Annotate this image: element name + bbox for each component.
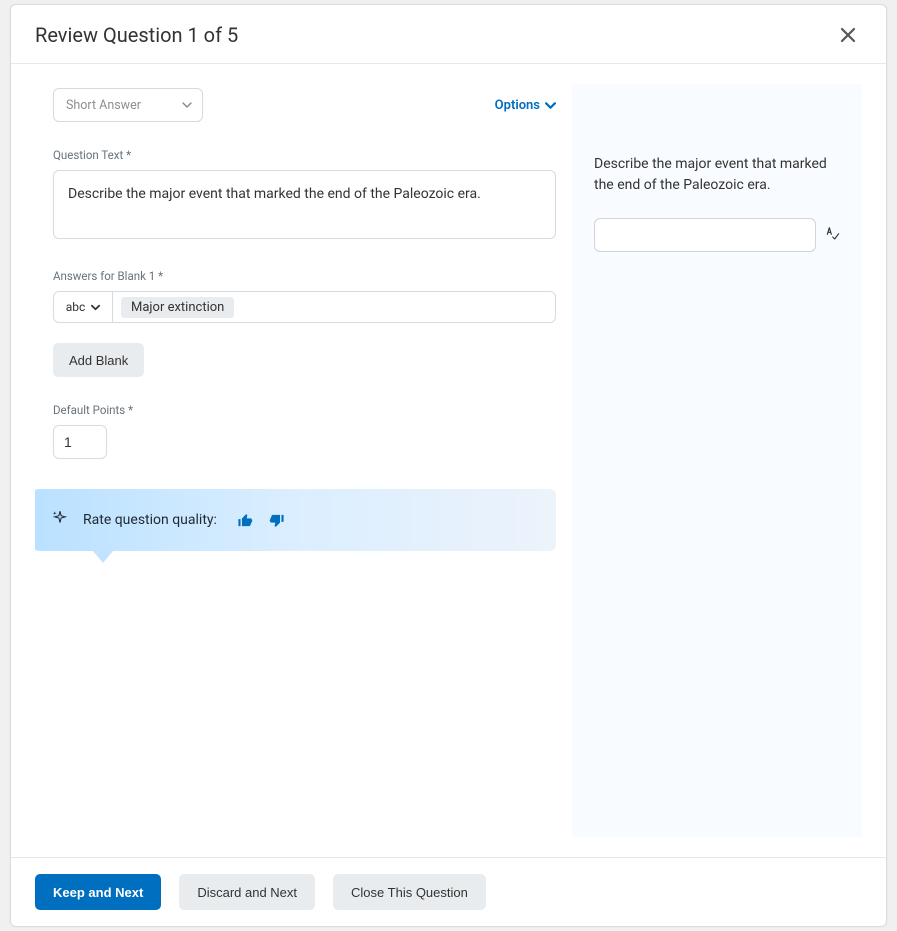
thumbs-down-icon: [268, 512, 285, 529]
thumbs-up-icon: [237, 512, 254, 529]
sparkle-icon: [51, 509, 69, 531]
close-question-button[interactable]: Close This Question: [333, 874, 486, 910]
question-text-input[interactable]: [53, 170, 556, 239]
thumbs-down-button[interactable]: [268, 512, 285, 529]
editor-column: Short Answer Options Question Text * Ans…: [35, 64, 572, 857]
question-type-select[interactable]: Short Answer: [53, 88, 203, 122]
question-type-label: Short Answer: [66, 98, 141, 113]
answer-mode-select[interactable]: abc: [53, 291, 113, 323]
rate-label: Rate question quality:: [83, 512, 217, 528]
review-question-modal: Review Question 1 of 5 Short Answer Opti…: [10, 4, 887, 927]
preview-answer-row: [594, 218, 840, 252]
question-type-row: Short Answer Options: [53, 88, 556, 122]
spellcheck-icon[interactable]: [824, 225, 840, 245]
default-points-input[interactable]: [53, 425, 107, 459]
add-blank-button[interactable]: Add Blank: [53, 343, 144, 377]
chevron-down-icon: [545, 100, 556, 111]
keep-and-next-button[interactable]: Keep and Next: [35, 874, 161, 910]
default-points-label: Default Points *: [53, 403, 556, 417]
chevron-down-icon: [182, 100, 192, 110]
modal-footer: Keep and Next Discard and Next Close Thi…: [11, 857, 886, 926]
options-label: Options: [495, 98, 540, 113]
options-link[interactable]: Options: [495, 98, 556, 113]
discard-and-next-button[interactable]: Discard and Next: [179, 874, 315, 910]
thumbs-up-button[interactable]: [237, 512, 254, 529]
answers-label: Answers for Blank 1 *: [53, 269, 556, 283]
preview-column: Describe the major event that marked the…: [572, 84, 862, 837]
close-button[interactable]: [834, 21, 862, 49]
preview-question-text: Describe the major event that marked the…: [594, 154, 840, 196]
question-text-label: Question Text *: [53, 148, 556, 162]
modal-header: Review Question 1 of 5: [11, 5, 886, 64]
answers-input[interactable]: Major extinction: [113, 291, 556, 323]
answer-chip[interactable]: Major extinction: [121, 297, 234, 318]
answer-mode-label: abc: [66, 300, 86, 314]
modal-title: Review Question 1 of 5: [35, 23, 238, 47]
close-icon: [840, 27, 856, 43]
preview-answer-input[interactable]: [594, 218, 816, 252]
rate-quality-box: Rate question quality:: [35, 489, 556, 551]
modal-body: Short Answer Options Question Text * Ans…: [11, 64, 886, 857]
answers-row: abc Major extinction: [53, 291, 556, 323]
chevron-down-icon: [91, 303, 100, 312]
